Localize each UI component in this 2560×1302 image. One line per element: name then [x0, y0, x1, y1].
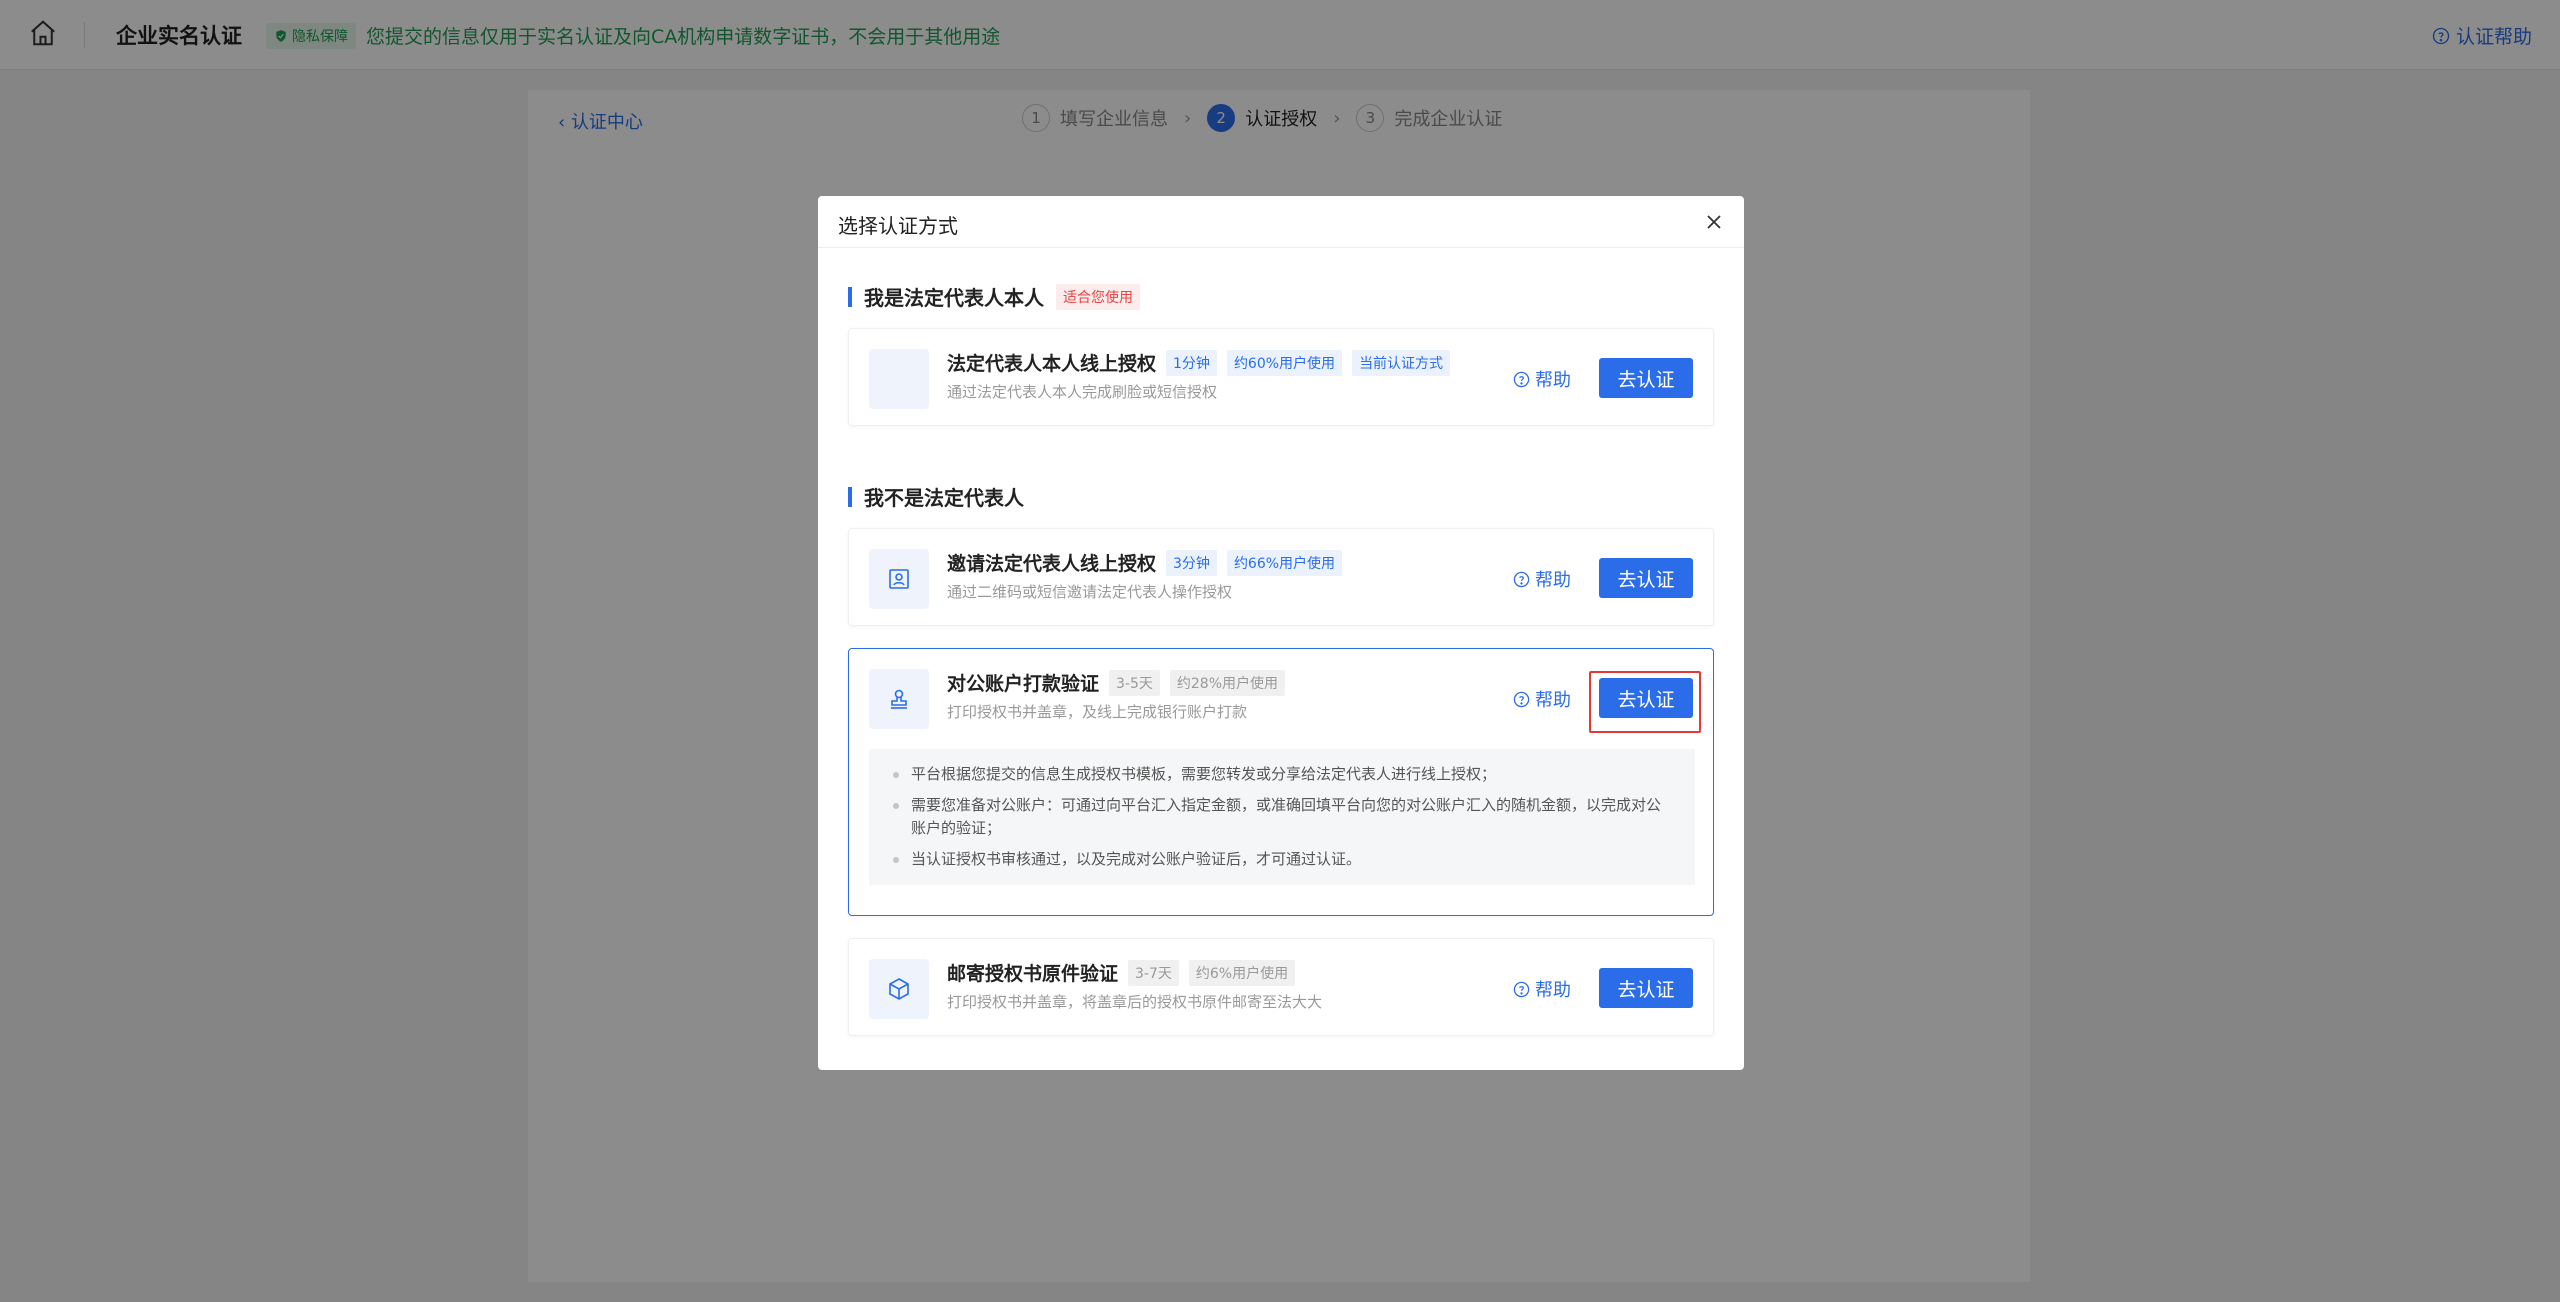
card-description: 打印授权书并盖章，将盖章后的授权书原件邮寄至法大大 [947, 993, 1323, 1011]
note-item: 当认证授权书审核通过，以及完成对公账户验证后，才可通过认证。 [891, 848, 1673, 871]
card-title: 邀请法定代表人线上授权 [947, 553, 1157, 575]
usage-tag: 约60%用户使用 [1226, 349, 1343, 376]
card-description: 通过二维码或短信邀请法定代表人操作授权 [947, 583, 1233, 601]
question-circle-icon [1513, 571, 1530, 587]
time-tag: 3分钟 [1166, 549, 1217, 576]
help-link[interactable]: 帮助 [1513, 976, 1571, 1002]
go-authenticate-button[interactable]: 去认证 [1599, 558, 1693, 598]
help-link[interactable]: 帮助 [1513, 686, 1571, 712]
section-legal-rep-self: 我是法定代表人本人 适合您使用 [848, 282, 1140, 311]
section-not-legal-rep: 我不是法定代表人 [848, 482, 1024, 511]
note-item: 需要您准备对公账户：可通过向平台汇入指定金额，或准确回填平台向您的对公账户汇入的… [891, 794, 1673, 840]
help-label: 帮助 [1535, 570, 1571, 591]
go-authenticate-button[interactable]: 去认证 [1599, 968, 1693, 1008]
card-title-row: 邀请法定代表人线上授权 3分钟 约66%用户使用 [947, 549, 1343, 576]
card-title: 法定代表人本人线上授权 [947, 353, 1157, 375]
stamp-icon-box [869, 669, 929, 729]
time-tag: 1分钟 [1166, 349, 1217, 376]
time-tag: 3-7天 [1128, 959, 1179, 986]
usage-tag: 约28%用户使用 [1169, 669, 1286, 696]
dialog-header: 选择认证方式 [818, 196, 1744, 248]
help-link[interactable]: 帮助 [1513, 566, 1571, 592]
card-corporate-account-transfer: 对公账户打款验证 3-5天 约28%用户使用 打印授权书并盖章，及线上完成银行账… [848, 648, 1714, 916]
usage-tag: 约6%用户使用 [1188, 959, 1296, 986]
invite-portrait-icon [889, 569, 909, 589]
close-icon[interactable] [1702, 210, 1726, 234]
question-circle-icon [1513, 691, 1530, 707]
help-link[interactable]: 帮助 [1513, 366, 1571, 392]
box-icon-box [869, 959, 929, 1019]
section-title: 我是法定代表人本人 [864, 286, 1044, 310]
help-label: 帮助 [1535, 370, 1571, 391]
note-item: 平台根据您提交的信息生成授权书模板，需要您转发或分享给法定代表人进行线上授权； [891, 763, 1673, 786]
card-title: 对公账户打款验证 [947, 673, 1100, 695]
time-tag: 3-5天 [1109, 669, 1160, 696]
go-authenticate-button[interactable]: 去认证 [1599, 358, 1693, 398]
card-title-row: 邮寄授权书原件验证 3-7天 约6%用户使用 [947, 959, 1296, 986]
card-mail-authorization: 邮寄授权书原件验证 3-7天 约6%用户使用 打印授权书并盖章，将盖章后的授权书… [848, 938, 1714, 1036]
question-circle-icon [1513, 371, 1530, 387]
package-box-icon [889, 978, 909, 1000]
question-circle-icon [1513, 981, 1530, 997]
help-label: 帮助 [1535, 690, 1571, 711]
card-title: 邮寄授权书原件验证 [947, 963, 1119, 985]
card-title-row: 法定代表人本人线上授权 1分钟 约60%用户使用 当前认证方式 [947, 349, 1451, 376]
card-invite-legal-rep: 邀请法定代表人线上授权 3分钟 约66%用户使用 通过二维码或短信邀请法定代表人… [848, 528, 1714, 626]
card-description: 通过法定代表人本人完成刷脸或短信授权 [947, 383, 1218, 401]
dialog-title: 选择认证方式 [838, 214, 958, 238]
section-title: 我不是法定代表人 [864, 486, 1024, 510]
stamp-icon [891, 689, 907, 709]
card-title-row: 对公账户打款验证 3-5天 约28%用户使用 [947, 669, 1286, 696]
card-legal-rep-online: 法定代表人本人线上授权 1分钟 约60%用户使用 当前认证方式 通过法定代表人本… [848, 328, 1714, 426]
card-description: 打印授权书并盖章，及线上完成银行账户打款 [947, 703, 1248, 721]
method-notes: 平台根据您提交的信息生成授权书模板，需要您转发或分享给法定代表人进行线上授权； … [869, 749, 1695, 885]
go-authenticate-button[interactable]: 去认证 [1599, 678, 1693, 718]
current-method-tag: 当前认证方式 [1352, 349, 1451, 376]
help-label: 帮助 [1535, 980, 1571, 1001]
placeholder-icon [869, 349, 929, 409]
auth-method-dialog: 选择认证方式 我是法定代表人本人 适合您使用 法定代表人本人线上授权 1分钟 约… [818, 196, 1744, 1070]
usage-tag: 约66%用户使用 [1226, 549, 1343, 576]
recommended-tag: 适合您使用 [1056, 283, 1140, 310]
invite-icon-box [869, 549, 929, 609]
